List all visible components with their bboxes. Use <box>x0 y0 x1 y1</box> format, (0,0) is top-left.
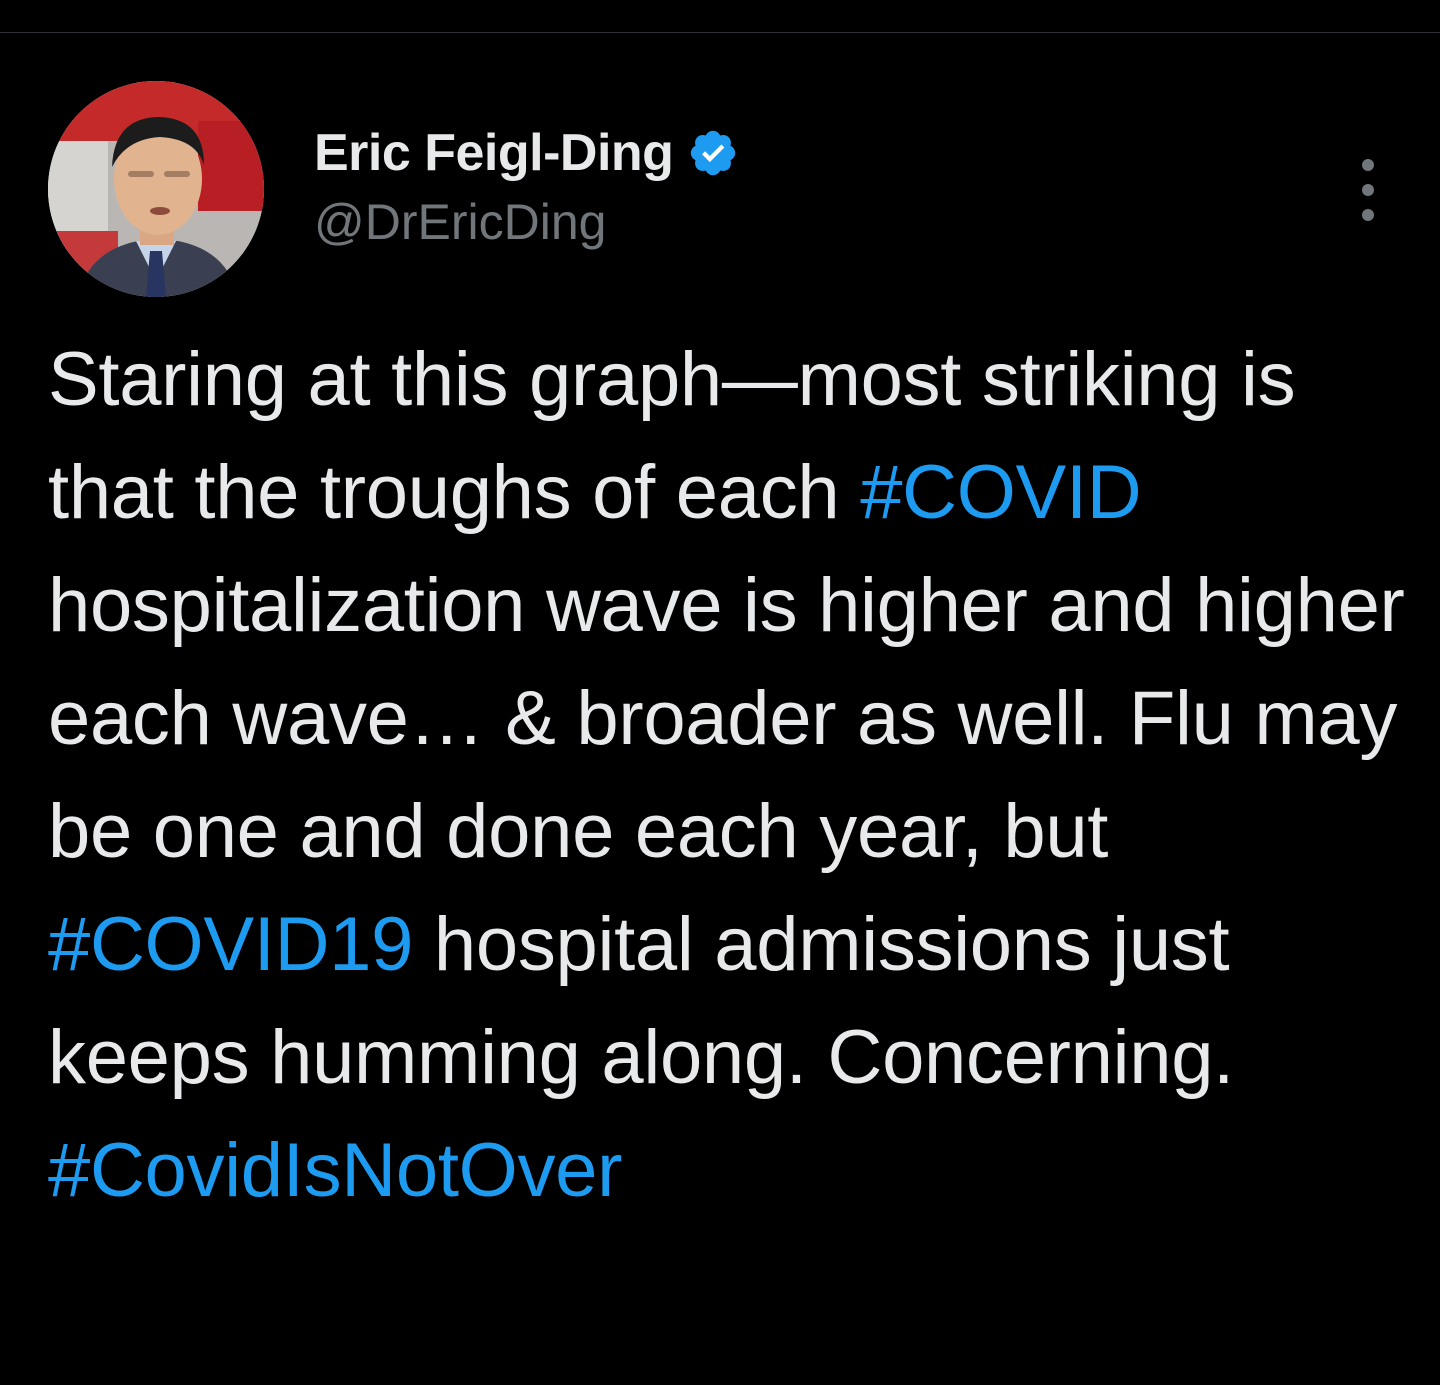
tweet-text: Staring at this graph—most striking is t… <box>48 323 1408 1227</box>
tweet-text-segment: hospitalization wave is higher and highe… <box>48 563 1405 874</box>
author-names: Eric Feigl-Ding @DrEricDing <box>314 121 739 251</box>
display-name-row: Eric Feigl-Ding <box>314 121 739 185</box>
more-options-icon[interactable] <box>1356 155 1380 225</box>
author-handle[interactable]: @DrEricDing <box>314 193 739 251</box>
tweet: Eric Feigl-Ding @DrEricDing Staring at t… <box>0 33 1440 1385</box>
verified-badge-icon <box>687 127 739 179</box>
avatar-photo <box>48 81 264 297</box>
hashtag-link[interactable]: #CovidIsNotOver <box>48 1128 622 1213</box>
author-display-name[interactable]: Eric Feigl-Ding <box>314 123 674 183</box>
hashtag-link[interactable]: #COVID <box>860 450 1141 535</box>
hashtag-link[interactable]: #COVID19 <box>48 902 413 987</box>
tweet-header: Eric Feigl-Ding @DrEricDing <box>48 81 1398 301</box>
avatar[interactable] <box>48 81 264 297</box>
